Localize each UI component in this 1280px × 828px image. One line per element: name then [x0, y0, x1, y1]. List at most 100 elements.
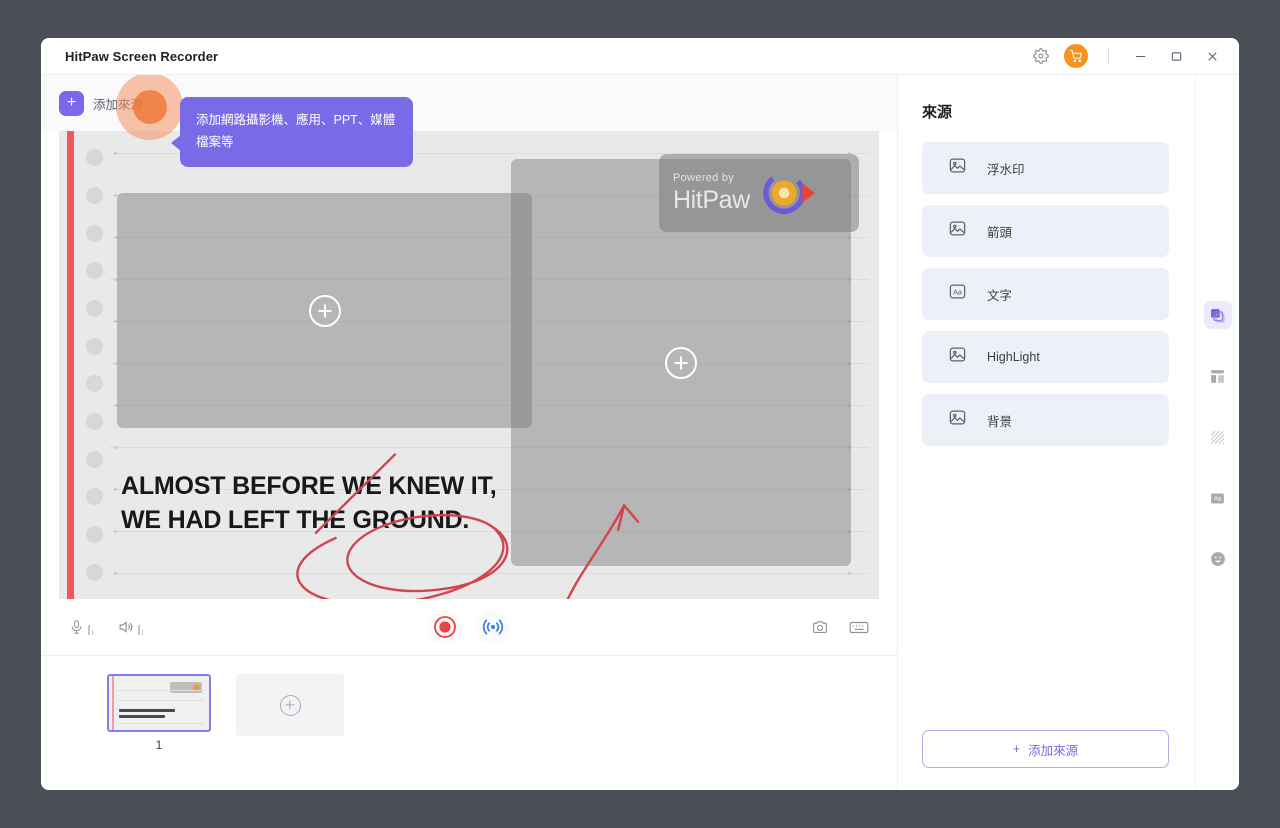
panel-title: 來源: [922, 104, 953, 121]
app-title: HitPaw Screen Recorder: [65, 48, 219, 64]
source-list: 浮水印 箭頭 Aa 文字 HighLight 背景: [922, 142, 1169, 446]
thumbnail-cell: 1: [107, 674, 211, 752]
thumbnail-number: 1: [155, 738, 163, 752]
editor-pane: + 添加來源 添加網路攝影機、應用、PPT、媒體檔案等 Powered by H…: [41, 73, 898, 790]
gear-icon[interactable]: [1028, 43, 1054, 69]
texture-icon: [1211, 430, 1224, 444]
live-stream-button[interactable]: [476, 610, 510, 644]
maximize-button[interactable]: [1161, 42, 1191, 70]
mic-level-meter: [88, 621, 93, 635]
punch-hole: [85, 375, 103, 393]
body: + 添加來源 添加網路攝影機、應用、PPT、媒體檔案等 Powered by H…: [41, 73, 1239, 790]
punch-hole: [85, 488, 103, 506]
microphone-icon: [71, 620, 82, 634]
titlebar-divider: [1108, 48, 1109, 64]
plus-icon: [665, 346, 697, 379]
speaker-level-meter: [138, 621, 143, 635]
plus-icon: [279, 694, 301, 716]
panel-spacer: [922, 446, 1169, 730]
punch-hole: [85, 450, 103, 468]
punch-holes-left: [83, 131, 105, 599]
punch-hole: [85, 337, 103, 355]
source-item-label: 箭頭: [987, 225, 1013, 240]
punch-hole: [85, 563, 103, 581]
svg-text:Aa: Aa: [953, 289, 962, 297]
thumb-watermark: [170, 682, 202, 693]
text-aa-icon: Aa: [948, 282, 967, 306]
punch-hole: [85, 224, 103, 242]
image-icon: [948, 408, 967, 432]
headline-line-2: WE HAD LEFT THE GROUND.: [121, 506, 470, 534]
broadcast-icon: [482, 619, 504, 635]
screenshot-button[interactable]: [811, 619, 829, 636]
camera-icon: [813, 620, 827, 633]
slide-thumbnail-1[interactable]: [107, 674, 211, 732]
svg-text:Aa: Aa: [1214, 496, 1222, 502]
tool-rail: Aa: [1195, 75, 1239, 790]
layout-icon: [1211, 369, 1224, 383]
punch-hole: [85, 299, 103, 317]
source-item-label: 背景: [987, 414, 1013, 429]
microphone-toggle[interactable]: [69, 619, 93, 635]
text-aa-icon: Aa: [1211, 493, 1224, 503]
cart-icon[interactable]: [1064, 44, 1088, 68]
plus-icon: +: [1012, 742, 1021, 756]
source-item-highlight[interactable]: HighLight: [922, 331, 1169, 383]
source-item-label: 文字: [987, 288, 1013, 303]
keyboard-icon: [849, 621, 869, 633]
add-source-button-label: 添加來源: [1028, 743, 1079, 758]
record-icon: [434, 616, 456, 638]
punch-hole: [85, 149, 103, 167]
minimize-button[interactable]: [1125, 42, 1155, 70]
punch-hole: [85, 412, 103, 430]
watermark: Powered by HitPaw: [659, 154, 859, 232]
headline-line-1: ALMOST BEFORE WE KNEW IT,: [121, 472, 497, 500]
titlebar: HitPaw Screen Recorder: [41, 38, 1239, 75]
watermark-powered-by: Powered by: [673, 171, 735, 184]
hitpaw-logo-icon: [762, 172, 815, 214]
media-placeholder-1[interactable]: [117, 193, 532, 428]
add-source-chip[interactable]: + 添加來源: [59, 90, 144, 116]
punch-hole: [85, 525, 103, 543]
rail-item-emoji[interactable]: [1204, 545, 1232, 573]
image-icon: [948, 219, 967, 243]
plus-icon: +: [59, 90, 84, 116]
plus-icon: [308, 294, 341, 327]
add-source-button[interactable]: + 添加來源: [922, 730, 1169, 768]
canvas-wrap: Powered by HitPaw ALMOST BEFORE WE KNEW …: [41, 131, 897, 599]
punch-hole: [85, 186, 103, 204]
slide-thumbnail-strip: 1: [41, 655, 897, 790]
titlebar-controls: [1028, 42, 1227, 70]
paper-margin-line: [67, 131, 74, 599]
source-item-label: HighLight: [987, 350, 1040, 364]
image-icon: [948, 345, 967, 369]
keyboard-shortcuts-button[interactable]: [849, 619, 869, 636]
punch-hole: [85, 262, 103, 280]
layers-icon: [1211, 308, 1225, 322]
record-button[interactable]: [428, 610, 462, 644]
rail-item-layout[interactable]: [1204, 362, 1232, 390]
image-icon: [948, 156, 967, 180]
source-item-label: 浮水印: [987, 162, 1025, 177]
source-item-background[interactable]: 背景: [922, 394, 1169, 446]
add-slide-button[interactable]: [236, 674, 344, 736]
source-item-watermark[interactable]: 浮水印: [922, 142, 1169, 194]
source-bar: + 添加來源 添加網路攝影機、應用、PPT、媒體檔案等: [41, 73, 897, 167]
slide-canvas[interactable]: Powered by HitPaw ALMOST BEFORE WE KNEW …: [59, 131, 879, 599]
rail-item-text[interactable]: Aa: [1204, 484, 1232, 512]
emoji-icon: [1210, 552, 1225, 566]
thumb-margin-line: [112, 676, 114, 730]
speaker-icon: [119, 621, 133, 633]
slide-headline[interactable]: ALMOST BEFORE WE KNEW IT, WE HAD LEFT TH…: [121, 469, 497, 537]
tooltip: 添加網路攝影機、應用、PPT、媒體檔案等: [171, 97, 413, 167]
source-item-text[interactable]: Aa 文字: [922, 268, 1169, 320]
rail-item-texture[interactable]: [1204, 423, 1232, 451]
app-window: HitPaw Screen Recorder + 添加來源 添加網路攝影機、應用…: [41, 38, 1239, 790]
add-source-chip-label: 添加來源: [93, 97, 144, 112]
speaker-toggle[interactable]: [117, 619, 143, 635]
source-panel: 來源 浮水印 箭頭 Aa 文字 HighLight 背景 + 添加來源: [898, 75, 1195, 790]
watermark-brand: HitPaw: [673, 185, 750, 214]
close-button[interactable]: [1197, 42, 1227, 70]
rail-item-layers[interactable]: [1203, 301, 1232, 329]
source-item-arrow[interactable]: 箭頭: [922, 205, 1169, 257]
